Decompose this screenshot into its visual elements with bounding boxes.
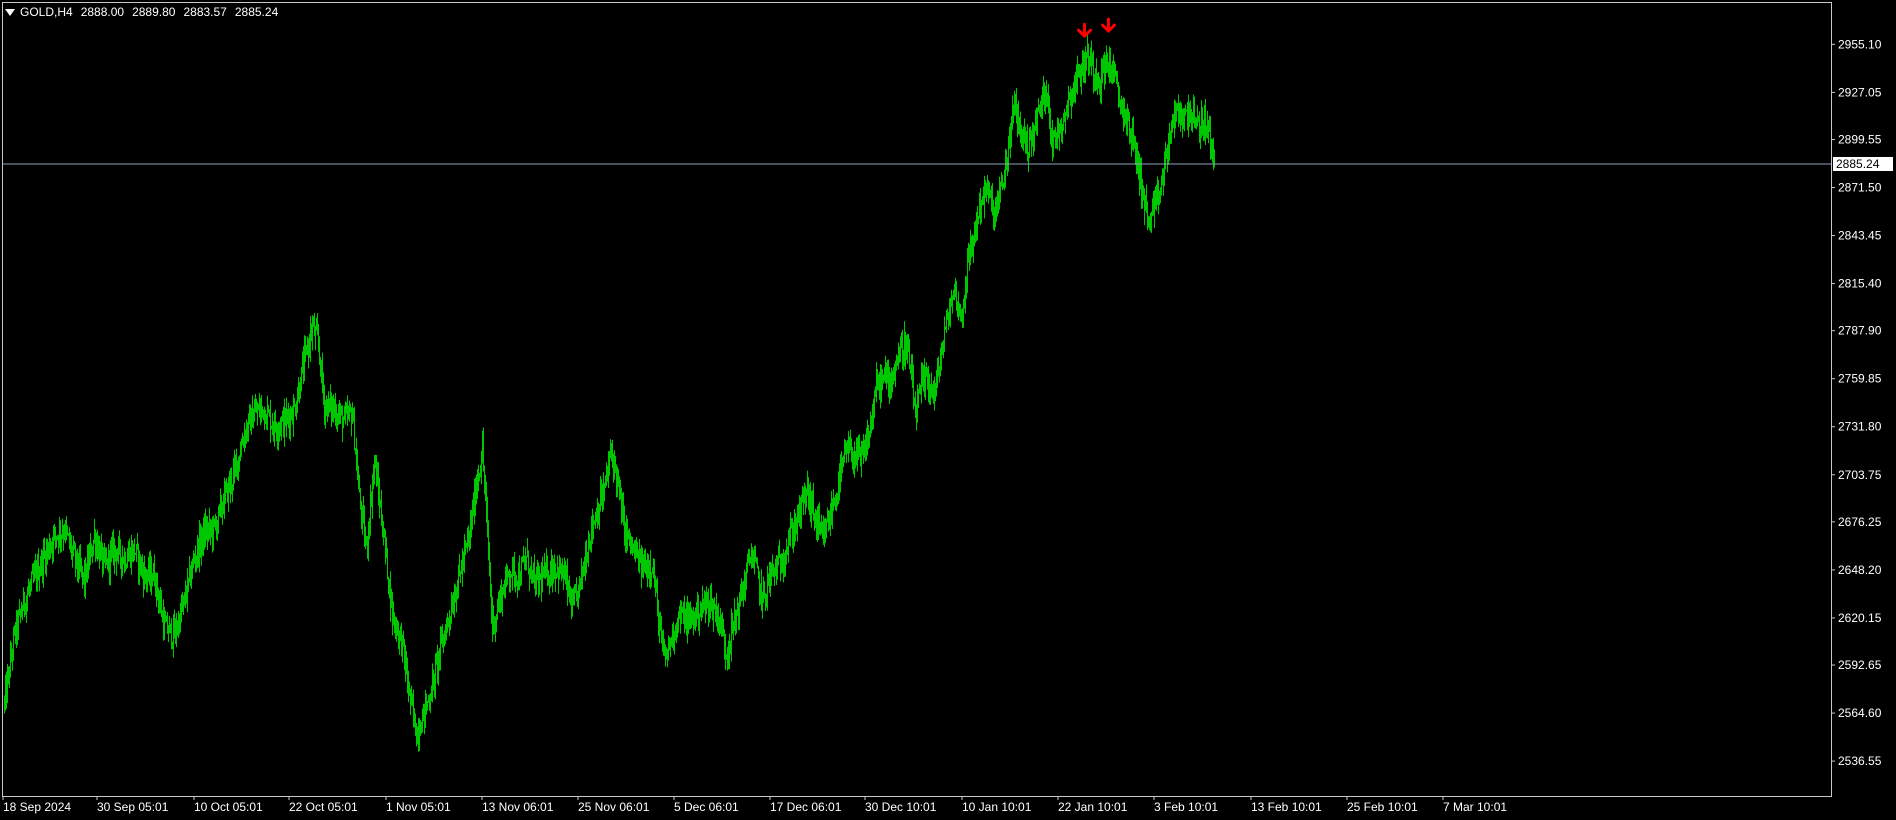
- price-axis-label: 2871.50: [1838, 181, 1882, 195]
- price-axis-label: 2843.45: [1838, 229, 1882, 243]
- high-price: 2889.80: [132, 5, 176, 19]
- time-axis-label: 25 Feb 10:01: [1347, 800, 1418, 814]
- price-axis-label: 2815.40: [1838, 277, 1882, 291]
- chart-menu-arrow-icon[interactable]: [5, 9, 15, 16]
- price-chart[interactable]: 2955.10 2927.05 2899.55 2871.50 2843.45 2815.…: [0, 0, 1896, 820]
- time-axis-label: 3 Feb 10:01: [1154, 800, 1218, 814]
- time-axis-label: 1 Nov 05:01: [386, 800, 451, 814]
- price-axis-label: 2731.80: [1838, 420, 1882, 434]
- current-price-tag: 2885.24: [1833, 156, 1893, 171]
- price-axis-label: 2899.55: [1838, 132, 1882, 146]
- time-axis-label: 7 Mar 10:01: [1443, 800, 1507, 814]
- price-axis-label: 2927.05: [1838, 85, 1882, 99]
- time-axis-label: 22 Jan 10:01: [1058, 800, 1128, 814]
- time-axis-label: 18 Sep 2024: [3, 800, 71, 814]
- price-axis-label: 2536.55: [1838, 754, 1882, 768]
- price-axis-label: 2564.60: [1838, 706, 1882, 720]
- time-axis-label: 22 Oct 05:01: [289, 800, 358, 814]
- time-axis-label: 13 Feb 10:01: [1251, 800, 1322, 814]
- chart-header: GOLD,H4 2888.00 2889.80 2883.57 2885.24: [20, 5, 286, 19]
- low-price: 2883.57: [183, 5, 227, 19]
- price-axis-label: 2620.15: [1838, 611, 1882, 625]
- time-axis-label: 25 Nov 06:01: [578, 800, 650, 814]
- time-axis-label: 5 Dec 06:01: [674, 800, 739, 814]
- time-axis-label: 13 Nov 06:01: [482, 800, 554, 814]
- price-axis-label: 2759.85: [1838, 372, 1882, 386]
- time-axis-label: 30 Dec 10:01: [865, 800, 937, 814]
- open-price: 2888.00: [80, 5, 125, 19]
- time-axis-label: 17 Dec 06:01: [770, 800, 842, 814]
- price-axis-label: 2648.20: [1838, 563, 1882, 577]
- time-axis-label: 10 Oct 05:01: [194, 800, 263, 814]
- price-axis-label: 2955.10: [1838, 37, 1882, 51]
- time-axis-label: 10 Jan 10:01: [962, 800, 1032, 814]
- close-price: 2885.24: [234, 5, 279, 19]
- current-price-tag-text: 2885.24: [1836, 157, 1880, 171]
- time-axis-label: 30 Sep 05:01: [97, 800, 169, 814]
- symbol-label: GOLD,H4: [20, 5, 73, 19]
- price-axis-label: 2676.25: [1838, 515, 1882, 529]
- price-axis-label: 2703.75: [1838, 468, 1882, 482]
- price-axis-label: 2787.90: [1838, 324, 1882, 338]
- price-axis-label: 2592.65: [1838, 658, 1882, 672]
